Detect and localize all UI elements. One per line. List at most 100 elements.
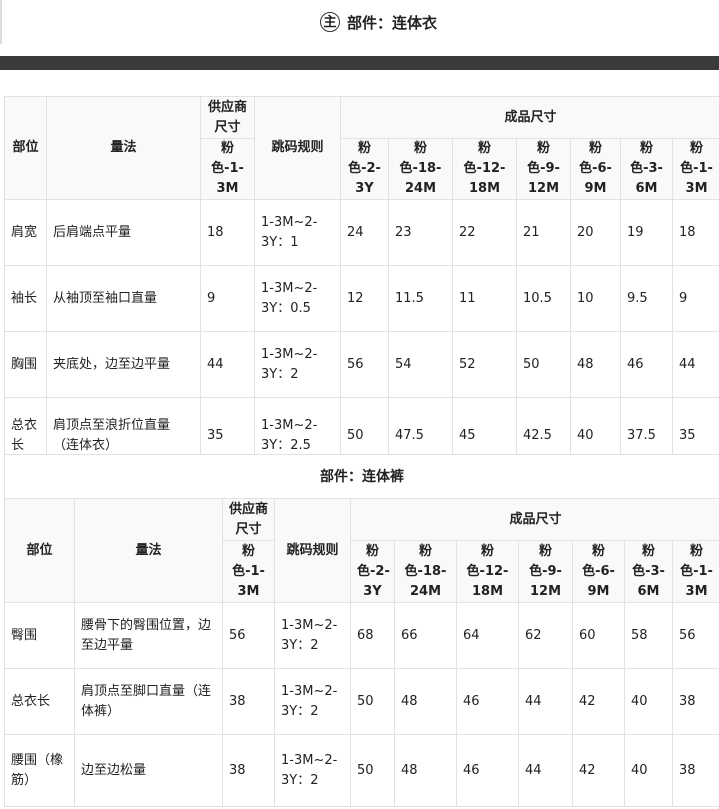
size-value: 40 [624, 668, 673, 735]
size-value: 68 [350, 602, 395, 669]
rule-cell: 1-3M~2-3Y：2 [274, 734, 351, 807]
size-value: 54 [388, 331, 453, 398]
divider [0, 0, 2, 44]
method-cell: 肩顶点至脚口直量（连体裤） [74, 668, 223, 735]
table-row: 胸围 夹底处，边至边平量 44 1-3M~2-3Y：2 56 54 52 50 … [4, 331, 719, 398]
part-cell: 袖长 [4, 265, 47, 332]
header-supplier-size: 供应商尺寸 [222, 498, 275, 541]
method-cell: 后肩端点平量 [46, 199, 201, 266]
size-value: 62 [518, 602, 573, 669]
size-value: 64 [456, 602, 519, 669]
size-value: 46 [456, 734, 519, 807]
size-value: 52 [452, 331, 517, 398]
header-part: 部位 [4, 96, 47, 200]
section-divider-bar [0, 56, 719, 70]
size-header: 粉色-12-18M [452, 138, 517, 200]
table-row: 袖长 从袖顶至袖口直量 9 1-3M~2-3Y：0.5 12 11.5 11 1… [4, 265, 719, 332]
size-value: 10 [570, 265, 621, 332]
rule-cell: 1-3M~2-3Y：2 [274, 668, 351, 735]
header-part: 部位 [4, 498, 75, 603]
size-table-romper: 部位 量法 供应商尺寸 跳码规则 成品尺寸 粉色-1-3M 粉色-2-3Y 粉色… [4, 498, 719, 807]
section-title: 部件：连体裤 [4, 454, 719, 499]
size-header: 粉色-2-3Y [350, 540, 395, 603]
page-title-text: 部件：连体衣 [347, 13, 438, 32]
size-value: 18 [671, 199, 719, 266]
size-value: 46 [620, 331, 673, 398]
supplier-cell: 38 [222, 734, 275, 807]
size-value: 21 [516, 199, 571, 266]
header-finished-size: 成品尺寸 [339, 96, 719, 139]
rule-cell: 1-3M~2-3Y：2 [254, 331, 341, 398]
size-header: 粉色-18-24M [388, 138, 453, 200]
size-header: 粉色-6-9M [572, 540, 625, 603]
size-value: 42 [572, 734, 625, 807]
header-method: 量法 [74, 498, 223, 603]
size-value: 10.5 [516, 265, 571, 332]
size-value: 24 [340, 199, 389, 266]
part-cell: 腰围（橡筋） [4, 734, 75, 807]
size-value: 44 [518, 668, 573, 735]
size-header: 粉色-6-9M [570, 138, 621, 200]
size-value: 48 [570, 331, 621, 398]
size-value: 9.5 [620, 265, 673, 332]
table-row: 肩宽 后肩端点平量 18 1-3M~2-3Y：1 24 23 22 21 20 … [4, 199, 719, 266]
part-cell: 胸围 [4, 331, 47, 398]
method-cell: 腰骨下的臀围位置，边至边平量 [74, 602, 223, 669]
size-value: 44 [518, 734, 573, 807]
header-method: 量法 [46, 96, 201, 200]
size-header: 粉色-3-6M [624, 540, 673, 603]
method-cell: 边至边松量 [74, 734, 223, 807]
size-value: 66 [394, 602, 457, 669]
size-value: 56 [671, 602, 719, 669]
size-header: 粉色-1-3M [671, 138, 719, 200]
size-table-onesie: 部位 量法 供应商尺寸 跳码规则 成品尺寸 粉色-1-3M 粉色-2-3Y 粉色… [4, 96, 719, 474]
size-value: 48 [394, 668, 457, 735]
supplier-cell: 18 [200, 199, 255, 266]
supplier-cell: 38 [222, 668, 275, 735]
size-value: 46 [456, 668, 519, 735]
method-cell: 从袖顶至袖口直量 [46, 265, 201, 332]
supplier-size-label: 粉色-1-3M [200, 138, 255, 200]
size-value: 38 [671, 668, 719, 735]
main-badge-icon: 主 [320, 12, 340, 32]
size-value: 42 [572, 668, 625, 735]
size-header: 粉色-12-18M [456, 540, 519, 603]
size-value: 20 [570, 199, 621, 266]
header-grading-rule: 跳码规则 [274, 498, 351, 603]
size-value: 50 [350, 668, 395, 735]
size-value: 58 [624, 602, 673, 669]
part-cell: 臀围 [4, 602, 75, 669]
size-value: 9 [671, 265, 719, 332]
page-title: 主 部件：连体衣 [320, 10, 437, 34]
page-header: 主 部件：连体衣 [0, 0, 719, 44]
supplier-cell: 44 [200, 331, 255, 398]
table-row: 总衣长 肩顶点至脚口直量（连体裤） 38 1-3M~2-3Y：2 50 48 4… [4, 668, 719, 735]
table-row: 腰围（橡筋） 边至边松量 38 1-3M~2-3Y：2 50 48 46 44 … [4, 734, 719, 807]
size-value: 44 [671, 331, 719, 398]
size-header: 粉色-2-3Y [340, 138, 389, 200]
size-value: 50 [350, 734, 395, 807]
header-supplier-size: 供应商尺寸 [200, 96, 255, 139]
rule-cell: 1-3M~2-3Y：1 [254, 199, 341, 266]
size-value: 22 [452, 199, 517, 266]
header-grading-rule: 跳码规则 [254, 96, 341, 200]
size-value: 11 [452, 265, 517, 332]
supplier-size-label: 粉色-1-3M [222, 540, 275, 603]
rule-cell: 1-3M~2-3Y：0.5 [254, 265, 341, 332]
size-header: 粉色-1-3M [671, 540, 719, 603]
rule-cell: 1-3M~2-3Y：2 [274, 602, 351, 669]
method-cell: 夹底处，边至边平量 [46, 331, 201, 398]
size-value: 19 [620, 199, 673, 266]
size-value: 38 [671, 734, 719, 807]
size-value: 48 [394, 734, 457, 807]
size-value: 23 [388, 199, 453, 266]
size-value: 12 [340, 265, 389, 332]
size-header: 粉色-3-6M [620, 138, 673, 200]
size-value: 40 [624, 734, 673, 807]
supplier-cell: 56 [222, 602, 275, 669]
size-value: 56 [340, 331, 389, 398]
size-header: 粉色-18-24M [394, 540, 457, 603]
part-cell: 总衣长 [4, 668, 75, 735]
size-value: 11.5 [388, 265, 453, 332]
size-value: 60 [572, 602, 625, 669]
